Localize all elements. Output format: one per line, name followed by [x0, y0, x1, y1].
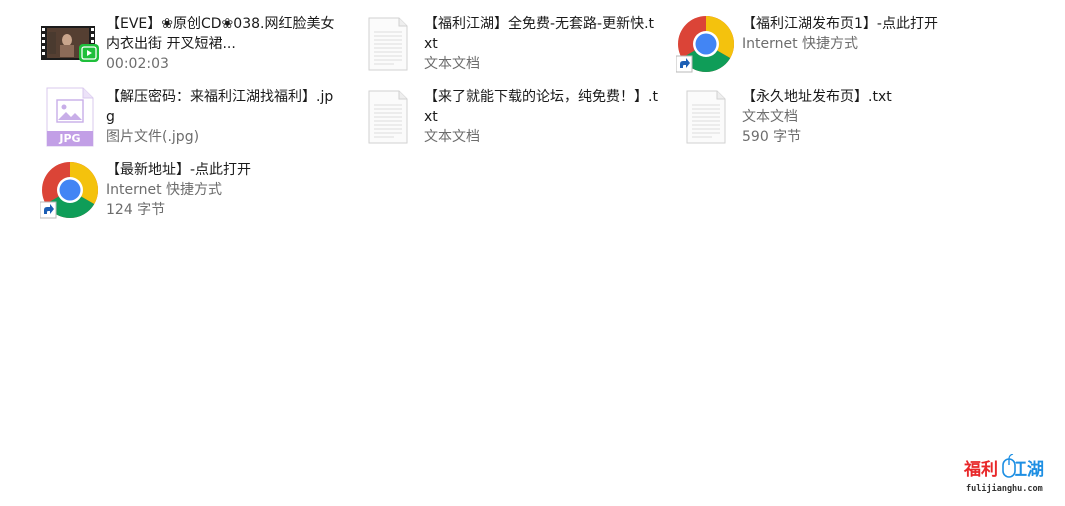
- file-name: 【解压密码：来福利江湖找福利】.jpg: [106, 89, 334, 125]
- chrome-shortcut-icon: [39, 160, 100, 220]
- text-document-icon: [676, 87, 736, 147]
- file-type: 文本文档: [424, 56, 480, 72]
- file-type: Internet 快捷方式: [742, 36, 859, 52]
- file-name: 【来了就能下载的论坛，纯免费！】.txt: [424, 89, 658, 125]
- watermark-logo: 福利 江湖 fulijianghu.com: [964, 454, 1056, 498]
- file-explorer-view: { "files": [ { "name": "【EVE】\u2740原创CD\…: [0, 0, 1065, 506]
- file-size: 124 字节: [106, 202, 166, 218]
- file-name: 【EVE】❀原创CD❀038.网红脸美女内衣出街 开叉短裙...: [106, 16, 335, 52]
- file-size: 590 字节: [742, 129, 802, 145]
- jpg-image-icon: JPG: [40, 87, 100, 147]
- file-type: 图片文件(.jpg): [106, 129, 200, 145]
- file-item-text-3[interactable]: 【永久地址发布页】.txt 文本文档 590 字节: [676, 87, 976, 157]
- file-name: 【最新地址】-点此打开: [106, 162, 252, 178]
- file-type: 文本文档: [424, 129, 480, 145]
- file-name: 【永久地址发布页】.txt: [742, 89, 892, 105]
- file-item-shortcut-1[interactable]: 【福利江湖发布页1】-点此打开 Internet 快捷方式: [675, 14, 976, 84]
- file-duration: 00:02:03: [106, 56, 169, 72]
- file-item-text-2[interactable]: 【来了就能下载的论坛，纯免费！】.txt 文本文档: [358, 87, 658, 157]
- file-type: 文本文档: [742, 109, 798, 125]
- video-thumbnail-icon: [40, 14, 100, 74]
- chrome-shortcut-icon: [675, 14, 736, 74]
- file-name: 【福利江湖】全免费-无套路-更新快.txt: [424, 16, 655, 52]
- file-item-image[interactable]: JPG 【解压密码：来福利江湖找福利】.jpg 图片文件(.jpg): [40, 87, 340, 157]
- text-document-icon: [358, 14, 418, 74]
- file-item-video[interactable]: 【EVE】❀原创CD❀038.网红脸美女内衣出街 开叉短裙... 00:02:0…: [40, 14, 340, 84]
- watermark-url: fulijianghu.com: [966, 484, 1043, 494]
- text-document-icon: [358, 87, 418, 147]
- file-type: Internet 快捷方式: [106, 182, 223, 198]
- file-item-text-1[interactable]: 【福利江湖】全免费-无套路-更新快.txt 文本文档: [358, 14, 658, 84]
- mouse-icon: [1002, 454, 1016, 478]
- file-item-shortcut-2[interactable]: 【最新地址】-点此打开 Internet 快捷方式 124 字节: [39, 160, 340, 230]
- watermark-title-red: 福利: [964, 460, 998, 480]
- jpg-badge-label: JPG: [59, 132, 81, 145]
- file-name: 【福利江湖发布页1】-点此打开: [742, 16, 938, 32]
